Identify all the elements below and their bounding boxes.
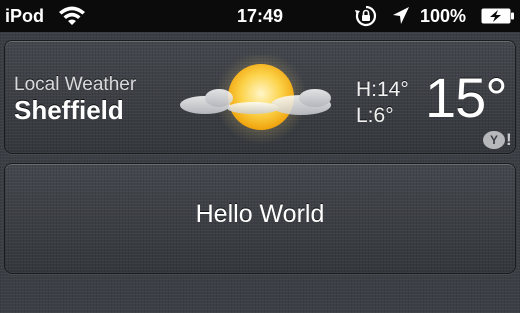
location-arrow-icon [393, 7, 409, 24]
orientation-lock-icon [355, 5, 377, 27]
weather-widget-title: Local Weather [14, 74, 137, 95]
status-bar: iPod 17:49 100% [0, 0, 520, 32]
yahoo-exclamation: ! [506, 130, 512, 149]
weather-widget[interactable]: Local Weather Sheffield H:14° L:6° 15° Y… [4, 40, 516, 154]
battery-percent: 100% [420, 6, 467, 26]
yahoo-logo-icon[interactable]: Y! [483, 130, 512, 150]
low-temp: L:6° [356, 104, 394, 127]
hello-world-text: Hello World [195, 200, 325, 228]
high-temp: H:14° [356, 78, 409, 101]
current-temperature: 15° [425, 66, 508, 129]
sun-behind-clouds-icon [180, 55, 331, 144]
yahoo-badge: Y [483, 131, 505, 149]
weather-city: Sheffield [14, 95, 124, 125]
high-low-temps: H:14° L:6° [356, 77, 409, 129]
battery-charging-icon [481, 8, 514, 24]
hello-world-widget[interactable]: Hello World [4, 163, 516, 274]
